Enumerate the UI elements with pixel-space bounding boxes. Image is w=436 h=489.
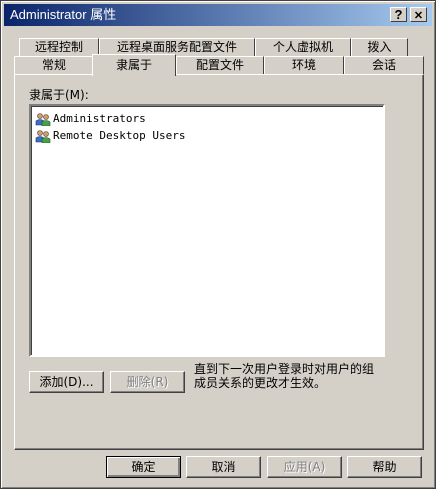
list-item[interactable]: Administrators — [31, 110, 383, 127]
tab-general[interactable]: 常规 — [14, 56, 94, 74]
window-title: Administrator 属性 — [10, 7, 117, 22]
tab-label: 配置文件 — [195, 58, 244, 72]
membership-note: 直到下一次用户登录时对用户的组成员关系的更改才生效。 — [194, 362, 375, 390]
title-bar[interactable]: Administrator 属性 — [4, 4, 432, 26]
close-icon: ✕ — [413, 10, 424, 22]
group-icon — [35, 129, 51, 143]
group-icon — [35, 112, 51, 126]
tab-personal-vm[interactable]: 个人虚拟机 — [255, 38, 351, 56]
tab-label: 常规 — [41, 58, 66, 72]
cancel-button[interactable]: 取消 — [186, 456, 261, 478]
tab-dial-in[interactable]: 拨入 — [351, 38, 408, 56]
group-name: Remote Desktop Users — [53, 129, 186, 142]
tab-label: 隶属于 — [115, 58, 152, 72]
tab-label: 环境 — [291, 58, 316, 72]
tab-label: 会话 — [371, 58, 396, 72]
tab-member-of[interactable]: 隶属于 — [92, 54, 176, 76]
tab-label: 拨入 — [367, 40, 392, 54]
list-item[interactable]: Remote Desktop Users — [31, 127, 383, 144]
help-dialog-button[interactable]: 帮助 — [347, 456, 422, 478]
group-name: Administrators — [53, 112, 146, 125]
member-of-label: 隶属于(M): — [29, 88, 89, 102]
apply-button[interactable]: 应用(A) — [267, 456, 342, 478]
tab-profile[interactable]: 配置文件 — [176, 56, 264, 74]
tab-remote-control[interactable]: 远程控制 — [19, 38, 99, 56]
tab-label: 远程控制 — [34, 40, 83, 54]
help-button[interactable]: ? — [390, 7, 407, 22]
add-button[interactable]: 添加(D)... — [29, 371, 104, 393]
tab-environment[interactable]: 环境 — [264, 56, 344, 74]
member-of-list[interactable]: Administrators Remote Desktop Users — [29, 104, 385, 357]
tab-sessions[interactable]: 会话 — [344, 56, 424, 74]
help-icon: ? — [394, 7, 403, 22]
tab-label: 个人虚拟机 — [272, 40, 333, 54]
remove-button[interactable]: 删除(R) — [110, 371, 185, 393]
properties-dialog: Administrator 属性 ? ✕ 远程控制 远程桌面服务配置文件 个人虚… — [0, 0, 436, 489]
close-button[interactable]: ✕ — [410, 7, 427, 22]
tab-label: 远程桌面服务配置文件 — [116, 40, 237, 54]
ok-button[interactable]: 确定 — [106, 456, 181, 478]
